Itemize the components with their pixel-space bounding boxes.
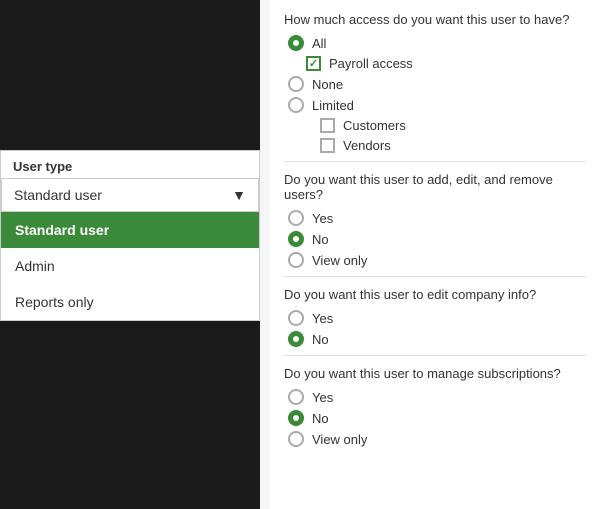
user-type-dropdown[interactable]: Standard user ▼ [1,178,259,212]
checkbox-payroll-access [306,56,321,71]
option-users-yes-label: Yes [312,211,333,226]
dropdown-value: Standard user [14,187,102,203]
option-none[interactable]: None [284,76,586,92]
option-all[interactable]: All [284,35,586,51]
radio-subs-viewonly [288,431,304,447]
option-users-viewonly[interactable]: View only [284,252,586,268]
radio-users-yes [288,210,304,226]
chevron-down-icon: ▼ [232,187,246,203]
divider-3 [284,355,586,356]
option-limited-label: Limited [312,98,354,113]
option-subs-viewonly-label: View only [312,432,367,447]
option-payroll-access[interactable]: Payroll access [284,56,586,71]
option-limited[interactable]: Limited [284,97,586,113]
option-users-yes[interactable]: Yes [284,210,586,226]
dropdown-item-reports-only[interactable]: Reports only [1,284,259,320]
radio-subs-no [288,410,304,426]
radio-all [288,35,304,51]
radio-none [288,76,304,92]
divider-2 [284,276,586,277]
section4-question: Do you want this user to manage subscrip… [284,366,586,381]
option-subs-viewonly[interactable]: View only [284,431,586,447]
option-payroll-access-label: Payroll access [329,56,413,71]
option-company-yes[interactable]: Yes [284,310,586,326]
option-users-no-label: No [312,232,329,247]
option-subs-yes[interactable]: Yes [284,389,586,405]
option-subs-yes-label: Yes [312,390,333,405]
dropdown-list: Standard user Admin Reports only [1,212,259,320]
option-customers-label: Customers [343,118,406,133]
divider-1 [284,161,586,162]
option-company-no[interactable]: No [284,331,586,347]
option-none-label: None [312,77,343,92]
dropdown-item-admin[interactable]: Admin [1,248,259,284]
checkbox-vendors [320,138,335,153]
option-vendors[interactable]: Vendors [284,138,586,153]
radio-company-yes [288,310,304,326]
section3-question: Do you want this user to edit company in… [284,287,586,302]
option-users-no[interactable]: No [284,231,586,247]
dropdown-item-standard-user[interactable]: Standard user [1,212,259,248]
option-company-no-label: No [312,332,329,347]
radio-company-no [288,331,304,347]
user-type-label: User type [1,151,259,178]
radio-users-no [288,231,304,247]
radio-limited [288,97,304,113]
option-customers[interactable]: Customers [284,118,586,133]
option-vendors-label: Vendors [343,138,391,153]
checkbox-customers [320,118,335,133]
section1-question: How much access do you want this user to… [284,12,586,27]
radio-users-viewonly [288,252,304,268]
right-panel: How much access do you want this user to… [270,0,600,509]
left-panel: User type Standard user ▼ Standard user … [0,150,260,321]
option-subs-no-label: No [312,411,329,426]
option-company-yes-label: Yes [312,311,333,326]
option-all-label: All [312,36,326,51]
section2-question: Do you want this user to add, edit, and … [284,172,586,202]
radio-subs-yes [288,389,304,405]
option-subs-no[interactable]: No [284,410,586,426]
option-users-viewonly-label: View only [312,253,367,268]
